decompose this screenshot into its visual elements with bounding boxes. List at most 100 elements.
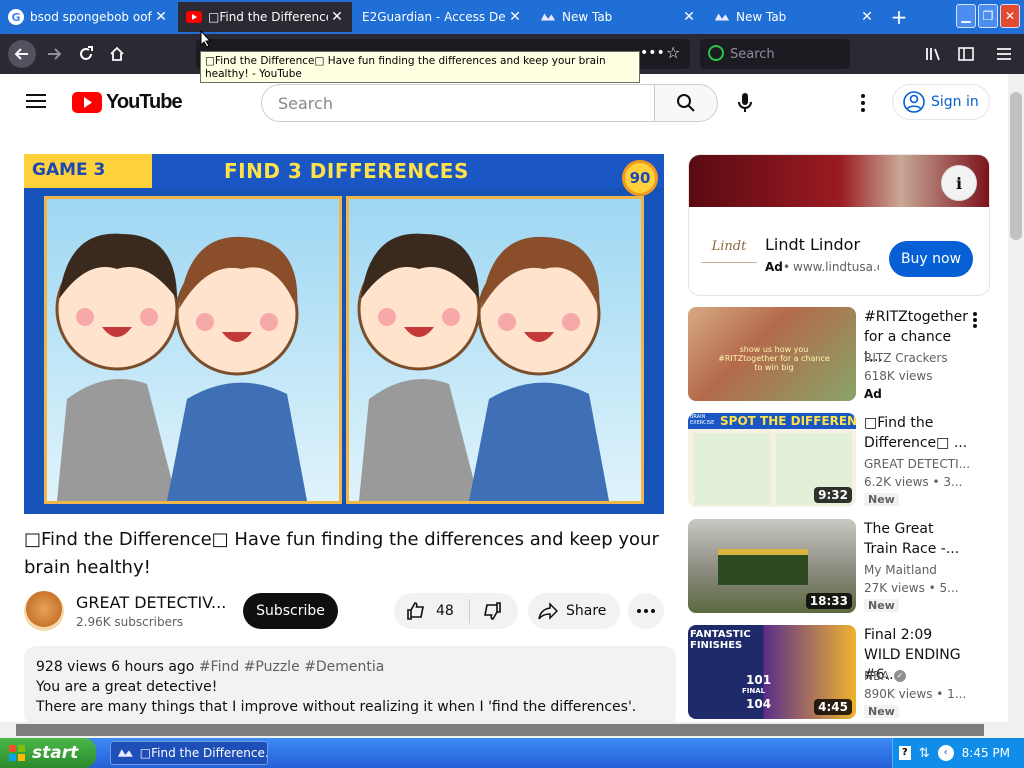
thumbnail-timer: 90	[622, 160, 658, 196]
reload-button[interactable]	[74, 42, 98, 66]
sidebar-toggle-button[interactable]	[954, 42, 978, 66]
recommendation-views: 6.2K views • 3...	[864, 475, 963, 489]
clock: 8:45 PM	[961, 746, 1010, 760]
more-vertical-icon	[861, 94, 865, 112]
tab-title: New Tab	[736, 10, 787, 24]
close-tab-icon[interactable]: ✕	[858, 9, 876, 25]
browser-search-input[interactable]: Search	[700, 39, 850, 69]
youtube-wordmark: YouTube	[106, 91, 183, 113]
recommendation-item[interactable]: FANTASTIC FINISHES 101 FINAL 104 4:45 Fi…	[688, 625, 988, 721]
buy-now-button[interactable]: Buy now	[889, 241, 973, 277]
close-tab-icon[interactable]: ✕	[328, 9, 346, 25]
ad-domain: www.lindtusa.c	[793, 260, 879, 274]
back-button[interactable]	[8, 40, 36, 68]
dislike-button[interactable]	[470, 601, 502, 621]
home-button[interactable]	[105, 42, 129, 66]
taskbar-window-button[interactable]: □Find the Difference...	[110, 741, 268, 765]
tab-find-the-difference[interactable]: □Find the Difference□ ✕	[178, 2, 352, 32]
tab-title: bsod spongebob oof - G	[30, 10, 152, 24]
app-menu-button[interactable]	[992, 42, 1016, 66]
close-tab-icon[interactable]: ✕	[680, 9, 698, 25]
vertical-scroll-thumb[interactable]	[1010, 92, 1022, 240]
guide-menu-button[interactable]	[26, 93, 46, 113]
like-button[interactable]: 48	[394, 599, 470, 623]
sidebar-icon	[958, 47, 974, 61]
microphone-icon	[738, 93, 752, 112]
channel-name[interactable]: GREAT DETECTIV...	[76, 593, 226, 612]
recommendation-thumbnail[interactable]: show us how you #RITZtogether for a chan…	[688, 307, 856, 401]
tab-title: □Find the Difference□	[208, 10, 328, 24]
start-label: start	[32, 743, 79, 763]
verified-icon: ✓	[894, 670, 906, 682]
like-count: 48	[436, 603, 454, 619]
ad-card[interactable]: i Lindt Lindt Lindor Ad • www.lindtusa.c…	[688, 154, 990, 296]
recommendation-channel: GREAT DETECTI...	[864, 457, 971, 471]
video-player[interactable]: GAME 3 FIND 3 DIFFERENCES 90	[24, 154, 664, 514]
search-engine-icon	[708, 45, 724, 61]
recommendation-views: 890K views • 1...	[864, 687, 967, 701]
close-tab-icon[interactable]: ✕	[152, 9, 170, 25]
youtube-search-button[interactable]	[654, 84, 718, 122]
description-line: There are many things that I improve wit…	[36, 699, 637, 715]
reload-icon	[80, 46, 93, 60]
recommendation-thumbnail[interactable]: 18:33	[688, 519, 856, 613]
recommendation-menu-button[interactable]	[972, 311, 978, 333]
forward-button[interactable]	[42, 42, 66, 66]
recommendation-views: 618K views	[864, 369, 933, 383]
more-actions-button[interactable]	[628, 593, 664, 629]
video-title: □Find the Difference□ Have fun finding t…	[24, 529, 659, 578]
home-icon	[110, 46, 124, 61]
new-tab-button[interactable]: +	[888, 6, 910, 28]
more-vertical-icon	[973, 312, 977, 328]
close-window-button[interactable]: ✕	[1000, 4, 1020, 28]
forward-arrow-icon	[48, 48, 62, 60]
recommendation-item[interactable]: BRAIN EXERCISE SPOT THE DIFFERENCE 9:32 …	[688, 413, 988, 509]
page-actions-icon[interactable]: •••	[640, 45, 665, 61]
recommendation-title[interactable]: □Find the Difference□ ...	[864, 413, 968, 453]
ad-title: Lindt Lindor	[765, 235, 861, 254]
minimize-window-button[interactable]: ▁	[956, 4, 976, 28]
voice-search-button[interactable]	[736, 92, 754, 118]
channel-avatar[interactable]	[24, 591, 64, 631]
back-arrow-icon	[14, 48, 28, 60]
network-icon[interactable]: ⇅	[919, 746, 930, 761]
close-tab-icon[interactable]: ✕	[506, 9, 524, 25]
recommendation-thumbnail[interactable]: FANTASTIC FINISHES 101 FINAL 104 4:45	[688, 625, 856, 719]
youtube-logo[interactable]: YouTube	[72, 91, 183, 114]
tab-e2guardian[interactable]: E2Guardian - Access Denied ✕	[354, 2, 530, 32]
help-icon[interactable]: ?	[898, 746, 911, 760]
like-dislike-group: 48	[394, 593, 518, 629]
tab-new-tab-1[interactable]: New Tab ✕	[532, 2, 704, 32]
recommendation-item[interactable]: 18:33 The Great Train Race -... My Maitl…	[688, 519, 988, 615]
share-button[interactable]: Share	[528, 593, 620, 629]
video-description[interactable]: 928 views 6 hours ago #Find #Puzzle #Dem…	[24, 646, 676, 726]
recommendation-thumbnail[interactable]: BRAIN EXERCISE SPOT THE DIFFERENCE 9:32	[688, 413, 856, 507]
recommendation-views: 27K views • 5...	[864, 581, 959, 595]
hashtags[interactable]: #Find #Puzzle #Dementia	[199, 659, 385, 675]
restore-window-button[interactable]: ❐	[978, 4, 998, 28]
thumbnail-score: 104	[746, 697, 772, 711]
hamburger-menu-icon	[26, 94, 46, 108]
youtube-play-icon	[72, 92, 102, 113]
tab-bsod-spongebob[interactable]: G bsod spongebob oof - G ✕	[0, 2, 176, 32]
ad-info-icon[interactable]: i	[941, 165, 977, 201]
start-button[interactable]: start	[0, 738, 96, 768]
tab-new-tab-2[interactable]: New Tab ✕	[706, 2, 882, 32]
library-button[interactable]	[922, 42, 946, 66]
thumbnail-final-label: FINAL	[742, 687, 766, 695]
subscribe-button[interactable]: Subscribe	[243, 593, 338, 629]
recommendation-channel: NBA	[864, 669, 890, 683]
more-horizontal-icon	[637, 609, 655, 613]
youtube-icon	[186, 9, 202, 25]
recommendation-title[interactable]: The Great Train Race -...	[864, 519, 968, 559]
bookmark-star-icon[interactable]: ☆	[666, 43, 680, 62]
browser-tab-strip: G bsod spongebob oof - G ✕ □Find the Dif…	[0, 0, 1024, 34]
settings-more-button[interactable]	[860, 93, 866, 117]
tray-arrow-icon[interactable]: ‹	[937, 745, 954, 761]
recommendation-item[interactable]: show us how you #RITZtogether for a chan…	[688, 307, 988, 403]
sign-in-button[interactable]: Sign in	[892, 84, 990, 120]
thumbnail-panel	[694, 433, 770, 505]
video-duration: 4:45	[814, 699, 852, 715]
horizontal-scroll-thumb[interactable]	[16, 724, 984, 736]
youtube-search-input[interactable]: Search	[261, 84, 655, 122]
